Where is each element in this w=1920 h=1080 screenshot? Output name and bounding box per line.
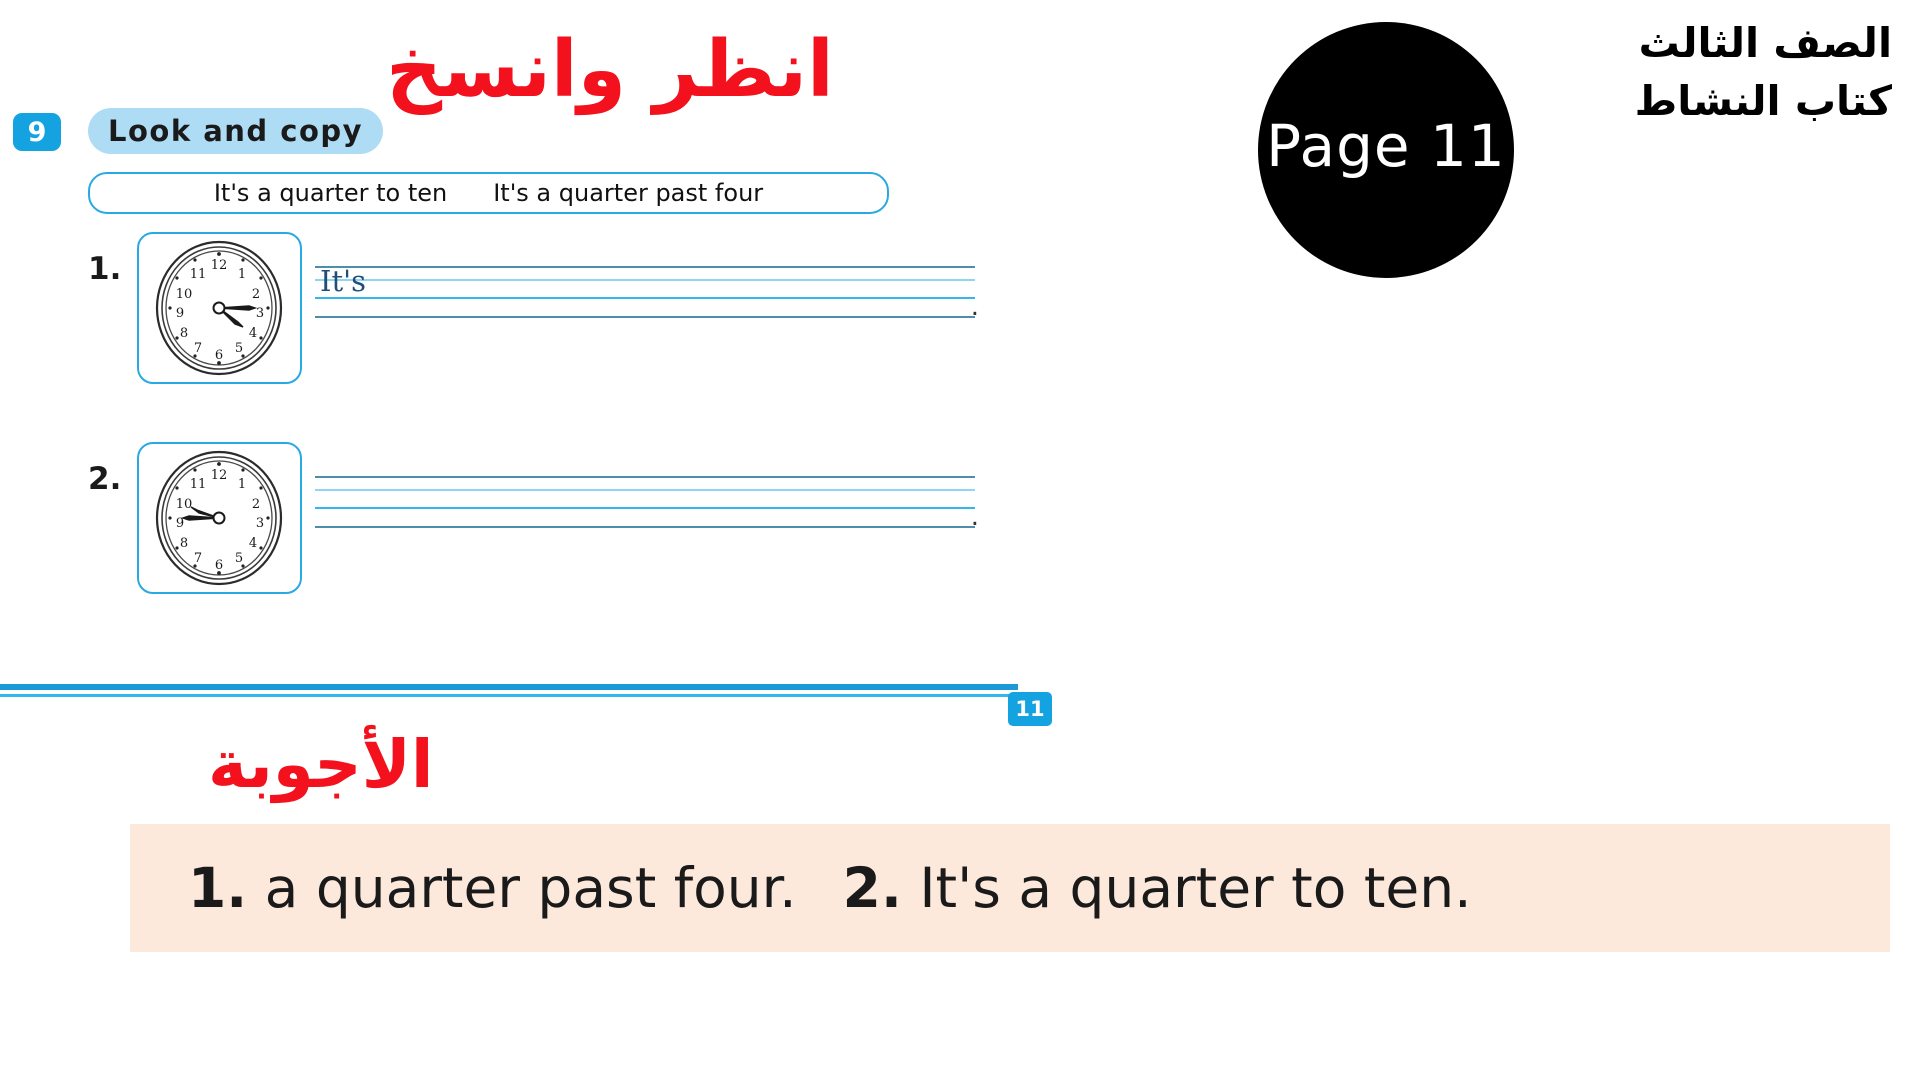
svg-text:10: 10 bbox=[176, 287, 193, 302]
clock-box-2: 12 1 2 3 4 5 6 7 8 9 10 11 bbox=[137, 442, 302, 594]
svg-text:7: 7 bbox=[194, 341, 202, 356]
clock-quarter-past-four-icon: 12 1 2 3 4 5 6 7 8 9 10 11 bbox=[155, 240, 283, 376]
page-circle-label: Page 11 bbox=[1266, 112, 1506, 180]
word-bank-option-1: It's a quarter to ten bbox=[213, 179, 448, 207]
exercise-number-text: 9 bbox=[27, 116, 47, 148]
svg-text:4: 4 bbox=[249, 326, 257, 341]
answer-text-1: a quarter past four. bbox=[264, 855, 797, 920]
book-label: كتاب النشاط bbox=[1634, 77, 1892, 126]
answers-heading: الأجوبة bbox=[208, 726, 434, 803]
svg-text:3: 3 bbox=[256, 306, 264, 321]
exercise-item-1: 1. 12 1 2 3 4 5 6 7 8 9 10 11 It's . bbox=[0, 232, 1000, 402]
arabic-instruction-heading: انظر وانسخ bbox=[386, 25, 834, 115]
writing-line-mid-upper-2 bbox=[315, 489, 975, 491]
header-arabic-block: الصف الثالث كتاب النشاط bbox=[1472, 14, 1892, 130]
svg-text:11: 11 bbox=[190, 477, 207, 492]
svg-text:1: 1 bbox=[238, 267, 246, 282]
svg-text:4: 4 bbox=[249, 536, 257, 551]
svg-text:12: 12 bbox=[211, 468, 228, 483]
write-period-1: . bbox=[970, 292, 979, 322]
divider-thick-rule bbox=[0, 684, 1018, 690]
svg-text:9: 9 bbox=[176, 306, 184, 321]
svg-text:5: 5 bbox=[235, 551, 243, 566]
page-number-text: 11 bbox=[1015, 696, 1045, 721]
writing-line-top-1 bbox=[315, 266, 975, 268]
svg-text:5: 5 bbox=[235, 341, 243, 356]
exercise-number-badge: 9 bbox=[13, 113, 61, 151]
answer-item-1: 1. a quarter past four. bbox=[188, 860, 797, 916]
item-number-1: 1. bbox=[88, 251, 122, 287]
clock-box-1: 12 1 2 3 4 5 6 7 8 9 10 11 bbox=[137, 232, 302, 384]
page-indicator-circle: Page 11 bbox=[1258, 22, 1514, 278]
svg-text:1: 1 bbox=[238, 477, 246, 492]
item-number-2: 2. bbox=[88, 461, 122, 497]
svg-text:6: 6 bbox=[215, 558, 223, 573]
answer-number-1: 1. bbox=[188, 855, 248, 920]
section-divider bbox=[0, 684, 1018, 698]
writing-line-mid-lower-1 bbox=[315, 297, 975, 299]
writing-lines-2[interactable]: . bbox=[315, 476, 979, 538]
writing-line-mid-lower-2 bbox=[315, 507, 975, 509]
clock-quarter-to-ten-icon: 12 1 2 3 4 5 6 7 8 9 10 11 bbox=[155, 450, 283, 586]
writing-line-top-2 bbox=[315, 476, 975, 478]
page-number-badge: 11 bbox=[1008, 692, 1052, 726]
svg-text:7: 7 bbox=[194, 551, 202, 566]
svg-text:11: 11 bbox=[190, 267, 207, 282]
word-bank-option-2: It's a quarter past four bbox=[493, 179, 764, 207]
divider-thin-rule bbox=[0, 694, 1018, 697]
writing-lines-1[interactable]: It's . bbox=[315, 264, 979, 328]
svg-text:8: 8 bbox=[180, 326, 188, 341]
writing-line-mid-upper-1 bbox=[315, 279, 975, 281]
svg-text:3: 3 bbox=[256, 516, 264, 531]
svg-text:10: 10 bbox=[176, 497, 193, 512]
writing-line-bottom-2 bbox=[315, 526, 975, 528]
answer-number-2: 2. bbox=[842, 855, 902, 920]
word-bank-box: It's a quarter to ten It's a quarter pas… bbox=[88, 172, 889, 214]
exercise-title-text: Look and copy bbox=[108, 113, 364, 148]
svg-text:6: 6 bbox=[215, 348, 223, 363]
exercise-item-2: 2. 12 1 2 3 4 5 6 7 8 9 10 11 . bbox=[0, 442, 1000, 612]
svg-text:8: 8 bbox=[180, 536, 188, 551]
answer-item-2: 2. It's a quarter to ten. bbox=[843, 860, 1472, 916]
grade-label: الصف الثالث bbox=[1638, 19, 1892, 67]
answer-text-2: It's a quarter to ten. bbox=[919, 855, 1472, 920]
write-period-2: . bbox=[970, 502, 979, 532]
answers-strip: 1. a quarter past four. 2. It's a quarte… bbox=[130, 824, 1890, 952]
exercise-title-pill: Look and copy bbox=[88, 108, 384, 154]
svg-text:2: 2 bbox=[252, 497, 260, 512]
svg-text:12: 12 bbox=[211, 258, 228, 273]
write-prompt-1: It's bbox=[320, 264, 366, 298]
writing-line-bottom-1 bbox=[315, 316, 975, 318]
svg-text:2: 2 bbox=[252, 287, 260, 302]
